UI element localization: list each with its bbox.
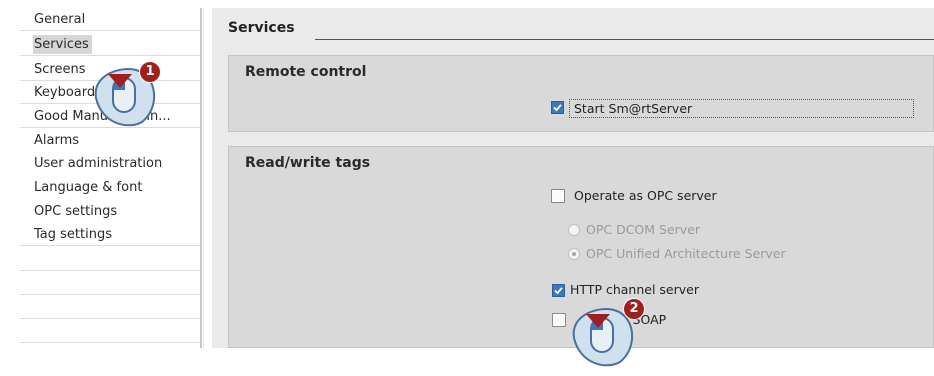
nav-item-label: Alarms: [34, 133, 80, 148]
nav-item-tag-settings[interactable]: Tag settings: [20, 223, 200, 246]
nav-item-opc-settings[interactable]: OPC settings: [20, 200, 200, 223]
nav-splitter-edge: [203, 8, 204, 348]
start-smartserver-label[interactable]: Start Sm@rtServer: [569, 99, 914, 118]
remote-control-group: Remote control Start Sm@rtServer: [228, 55, 934, 132]
group-title-read-write-tags: Read/write tags: [245, 155, 371, 171]
checkmark-icon: [551, 101, 564, 114]
opc-server-checkbox[interactable]: [551, 189, 565, 203]
mouse-click-callout-1: 1: [88, 60, 168, 130]
group-title-remote-control: Remote control: [245, 64, 367, 80]
nav-empty-row: [20, 248, 200, 271]
nav-item-general[interactable]: General: [20, 8, 200, 31]
nav-item-label: Services: [33, 35, 92, 54]
nav-empty-row: [20, 296, 200, 319]
nav-item-language-font[interactable]: Language & font: [20, 176, 200, 199]
opc-dcom-label[interactable]: OPC DCOM Server: [586, 222, 700, 237]
http-channel-checkbox[interactable]: [552, 284, 565, 297]
start-smartserver-checkbox[interactable]: [551, 101, 564, 114]
opc-ua-label[interactable]: OPC Unified Architecture Server: [586, 246, 786, 261]
checkmark-icon: [552, 284, 565, 297]
nav-empty-row: [20, 320, 200, 343]
nav-item-services[interactable]: Services: [20, 33, 200, 56]
nav-item-label: Language & font: [34, 180, 143, 195]
opc-ua-radio[interactable]: [568, 248, 580, 260]
nav-item-label: Screens: [34, 62, 86, 77]
nav-item-alarms[interactable]: Alarms: [20, 129, 200, 152]
nav-item-label: OPC settings: [34, 204, 118, 219]
soap-checkbox[interactable]: [552, 313, 566, 327]
page-title: Services: [228, 20, 295, 36]
nav-splitter[interactable]: [200, 8, 202, 348]
mouse-click-callout-2: 2: [566, 298, 646, 372]
opc-dcom-radio[interactable]: [568, 224, 580, 236]
nav-item-label: User administration: [34, 156, 163, 171]
nav-item-label: Tag settings: [34, 227, 112, 242]
http-channel-label[interactable]: HTTP channel server: [570, 282, 699, 297]
title-underline: [315, 39, 934, 40]
opc-server-label[interactable]: Operate as OPC server: [574, 188, 717, 203]
nav-item-user-administration[interactable]: User administration: [20, 152, 200, 175]
nav-item-label: General: [34, 12, 86, 27]
nav-item-label: Keyboard: [34, 85, 96, 100]
nav-empty-row: [20, 272, 200, 295]
callout-badge-2: 2: [623, 298, 645, 320]
callout-badge-1: 1: [139, 61, 161, 83]
settings-nav: General Services Screens Keyboard Good M…: [20, 8, 200, 348]
services-panel: Services Remote control Start Sm@rtServe…: [212, 8, 934, 348]
